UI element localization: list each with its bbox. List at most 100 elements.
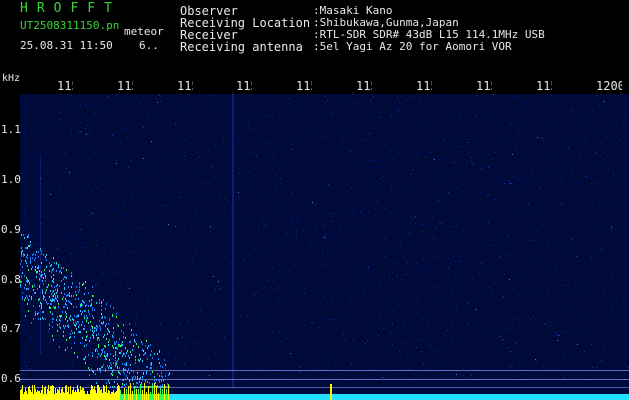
noise-speckle xyxy=(444,139,445,140)
noise-speckle xyxy=(20,336,21,337)
noise-speckle xyxy=(60,101,61,102)
noise-speckle xyxy=(102,155,103,156)
meteor-echo xyxy=(123,353,124,355)
noise-speckle xyxy=(251,100,252,101)
meteor-echo xyxy=(32,257,33,259)
noise-speckle xyxy=(371,99,372,100)
noise-speckle xyxy=(155,153,156,154)
meteor-echo xyxy=(152,371,153,373)
noise-speckle xyxy=(428,268,429,269)
noise-speckle xyxy=(43,375,44,376)
meteor-echo xyxy=(38,256,39,258)
noise-speckle xyxy=(385,282,386,283)
meteor-echo xyxy=(145,381,146,383)
meteor-echo xyxy=(25,247,26,249)
noise-speckle xyxy=(625,198,626,199)
noise-speckle xyxy=(41,352,42,353)
noise-speckle xyxy=(339,210,340,211)
noise-speckle xyxy=(164,197,165,198)
noise-speckle xyxy=(144,318,145,319)
meteor-echo xyxy=(25,315,26,317)
meteor-echo xyxy=(82,311,83,313)
noise-speckle xyxy=(209,246,210,247)
noise-speckle xyxy=(148,289,149,290)
noise-speckle xyxy=(128,167,129,168)
noise-speckle xyxy=(34,102,35,103)
meteor-echo xyxy=(75,321,76,323)
noise-speckle xyxy=(417,312,418,313)
noise-speckle xyxy=(120,213,121,214)
noise-speckle xyxy=(468,160,469,161)
noise-speckle xyxy=(527,113,528,114)
noise-speckle xyxy=(389,267,390,268)
noise-speckle xyxy=(562,135,563,136)
noise-speckle xyxy=(531,254,532,255)
noise-speckle xyxy=(609,110,610,111)
noise-speckle xyxy=(86,150,87,151)
noise-speckle xyxy=(402,319,403,320)
noise-speckle xyxy=(185,189,186,190)
meteor-echo xyxy=(130,341,131,343)
noise-speckle xyxy=(199,229,200,230)
noise-speckle xyxy=(104,248,105,249)
noise-speckle xyxy=(589,135,590,136)
noise-speckle xyxy=(404,184,405,185)
noise-speckle xyxy=(230,144,231,145)
meteor-echo xyxy=(125,364,126,366)
noise-speckle xyxy=(192,321,193,322)
noise-speckle xyxy=(112,229,113,230)
noise-speckle xyxy=(453,253,454,254)
noise-speckle xyxy=(626,304,627,305)
noise-speckle xyxy=(515,146,516,147)
noise-speckle xyxy=(143,363,144,364)
meteor-echo xyxy=(22,250,23,252)
noise-speckle xyxy=(625,148,626,149)
noise-speckle xyxy=(537,361,538,362)
noise-speckle xyxy=(625,291,626,292)
meteor-echo xyxy=(151,364,152,366)
meteor-echo xyxy=(146,371,147,373)
noise-speckle xyxy=(275,175,276,176)
signal-spike xyxy=(31,392,32,400)
noise-speckle xyxy=(342,312,343,313)
noise-speckle xyxy=(621,225,622,226)
noise-speckle xyxy=(157,102,158,103)
meteor-echo xyxy=(49,307,50,309)
noise-speckle xyxy=(316,174,317,175)
noise-speckle xyxy=(622,137,623,138)
meteor-echo xyxy=(53,268,54,270)
noise-speckle xyxy=(625,365,626,366)
noise-speckle xyxy=(449,335,450,336)
noise-speckle xyxy=(39,137,40,138)
noise-speckle xyxy=(516,121,517,122)
noise-speckle xyxy=(489,356,490,357)
noise-speckle xyxy=(136,318,137,319)
noise-speckle xyxy=(493,336,494,337)
noise-speckle xyxy=(324,96,325,97)
noise-speckle xyxy=(253,154,254,155)
meteor-echo xyxy=(129,372,130,374)
noise-speckle xyxy=(468,331,469,332)
noise-speckle xyxy=(129,297,130,298)
noise-speckle xyxy=(350,289,351,290)
noise-speckle xyxy=(77,345,78,346)
noise-speckle xyxy=(357,303,358,304)
noise-speckle xyxy=(604,345,605,346)
noise-speckle xyxy=(165,368,166,369)
noise-speckle xyxy=(323,107,324,108)
noise-speckle xyxy=(208,182,209,183)
noise-speckle xyxy=(575,260,576,261)
meteor-echo xyxy=(20,263,21,265)
noise-speckle xyxy=(160,101,161,102)
noise-speckle xyxy=(79,312,80,313)
noise-speckle xyxy=(427,137,428,138)
noise-speckle xyxy=(21,368,22,369)
signal-spike xyxy=(57,389,58,400)
noise-speckle xyxy=(402,366,403,367)
noise-speckle xyxy=(231,207,232,208)
meteor-echo xyxy=(119,345,120,347)
meteor-echo xyxy=(92,355,93,357)
meteor-echo xyxy=(67,325,68,327)
noise-speckle xyxy=(276,275,277,276)
noise-speckle xyxy=(124,313,125,314)
